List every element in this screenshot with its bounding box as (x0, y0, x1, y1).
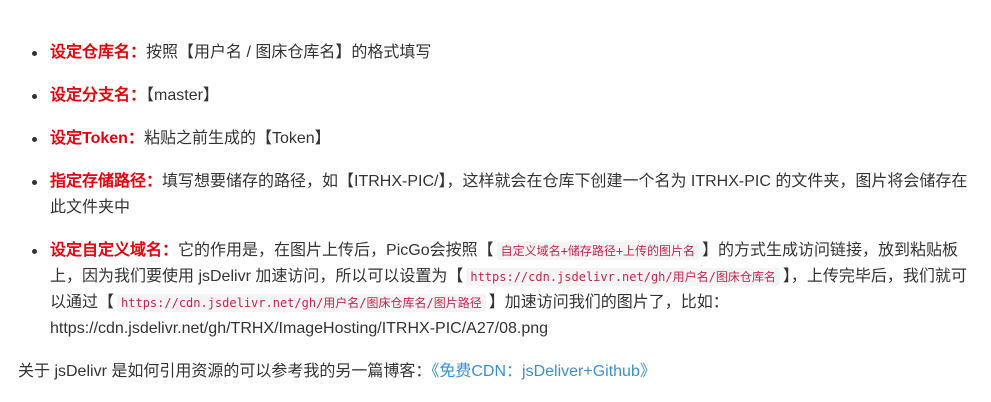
list-item-branch-name: 设定分支名：【master】 (18, 83, 978, 109)
term-label: 设定自定义域名： (50, 242, 179, 259)
blog-post-link[interactable]: 《免费CDN：jsDeliver+Github》 (431, 363, 656, 380)
item-text: 填写想要储存的路径，如【ITRHX-PIC/】，这样就会在仓库下创建一个名为 I… (50, 173, 968, 216)
list-item-repo-name: 设定仓库名：按照【用户名 / 图床仓库名】的格式填写 (18, 40, 978, 66)
list-item-storage-path: 指定存储路径：填写想要储存的路径，如【ITRHX-PIC/】，这样就会在仓库下创… (18, 169, 978, 221)
item-text: 【master】 (146, 87, 219, 104)
footnote-paragraph: 关于 jsDelivr 是如何引用资源的可以参考我的另一篇博客：《免费CDN：j… (18, 359, 978, 385)
bullet-icon (32, 51, 37, 56)
term-label: 指定存储路径： (50, 173, 163, 190)
bullet-icon (32, 249, 37, 254)
bullet-icon (32, 137, 37, 142)
document-body: 设定仓库名：按照【用户名 / 图床仓库名】的格式填写 设定分支名：【master… (18, 40, 978, 401)
config-steps-list: 设定仓库名：按照【用户名 / 图床仓库名】的格式填写 设定分支名：【master… (18, 40, 978, 342)
bullet-icon (32, 94, 37, 99)
list-item-token: 设定Token：粘贴之前生成的【Token】 (18, 126, 978, 152)
term-label: 设定Token： (50, 130, 144, 147)
list-item-custom-domain: 设定自定义域名：它的作用是，在图片上传后，PicGo会按照【 自定义域名+储存路径… (18, 238, 978, 342)
item-text: 粘贴之前生成的【Token】 (143, 130, 331, 147)
item-text: 按照【用户名 / 图床仓库名】的格式填写 (146, 44, 432, 61)
inline-code: https://cdn.jsdelivr.net/gh/用户名/图床仓库名/图片… (117, 294, 486, 312)
bullet-icon (32, 180, 37, 185)
term-label: 设定仓库名： (50, 44, 147, 61)
term-label: 设定分支名： (50, 87, 147, 104)
item-text: 它的作用是，在图片上传后，PicGo会按照【 (178, 242, 494, 259)
inline-code: 自定义域名+储存路径+上传的图片名 (496, 242, 700, 260)
inline-code: https://cdn.jsdelivr.net/gh/用户名/图床仓库名 (466, 268, 780, 286)
footnote-text: 关于 jsDelivr 是如何引用资源的可以参考我的另一篇博客： (18, 363, 432, 380)
